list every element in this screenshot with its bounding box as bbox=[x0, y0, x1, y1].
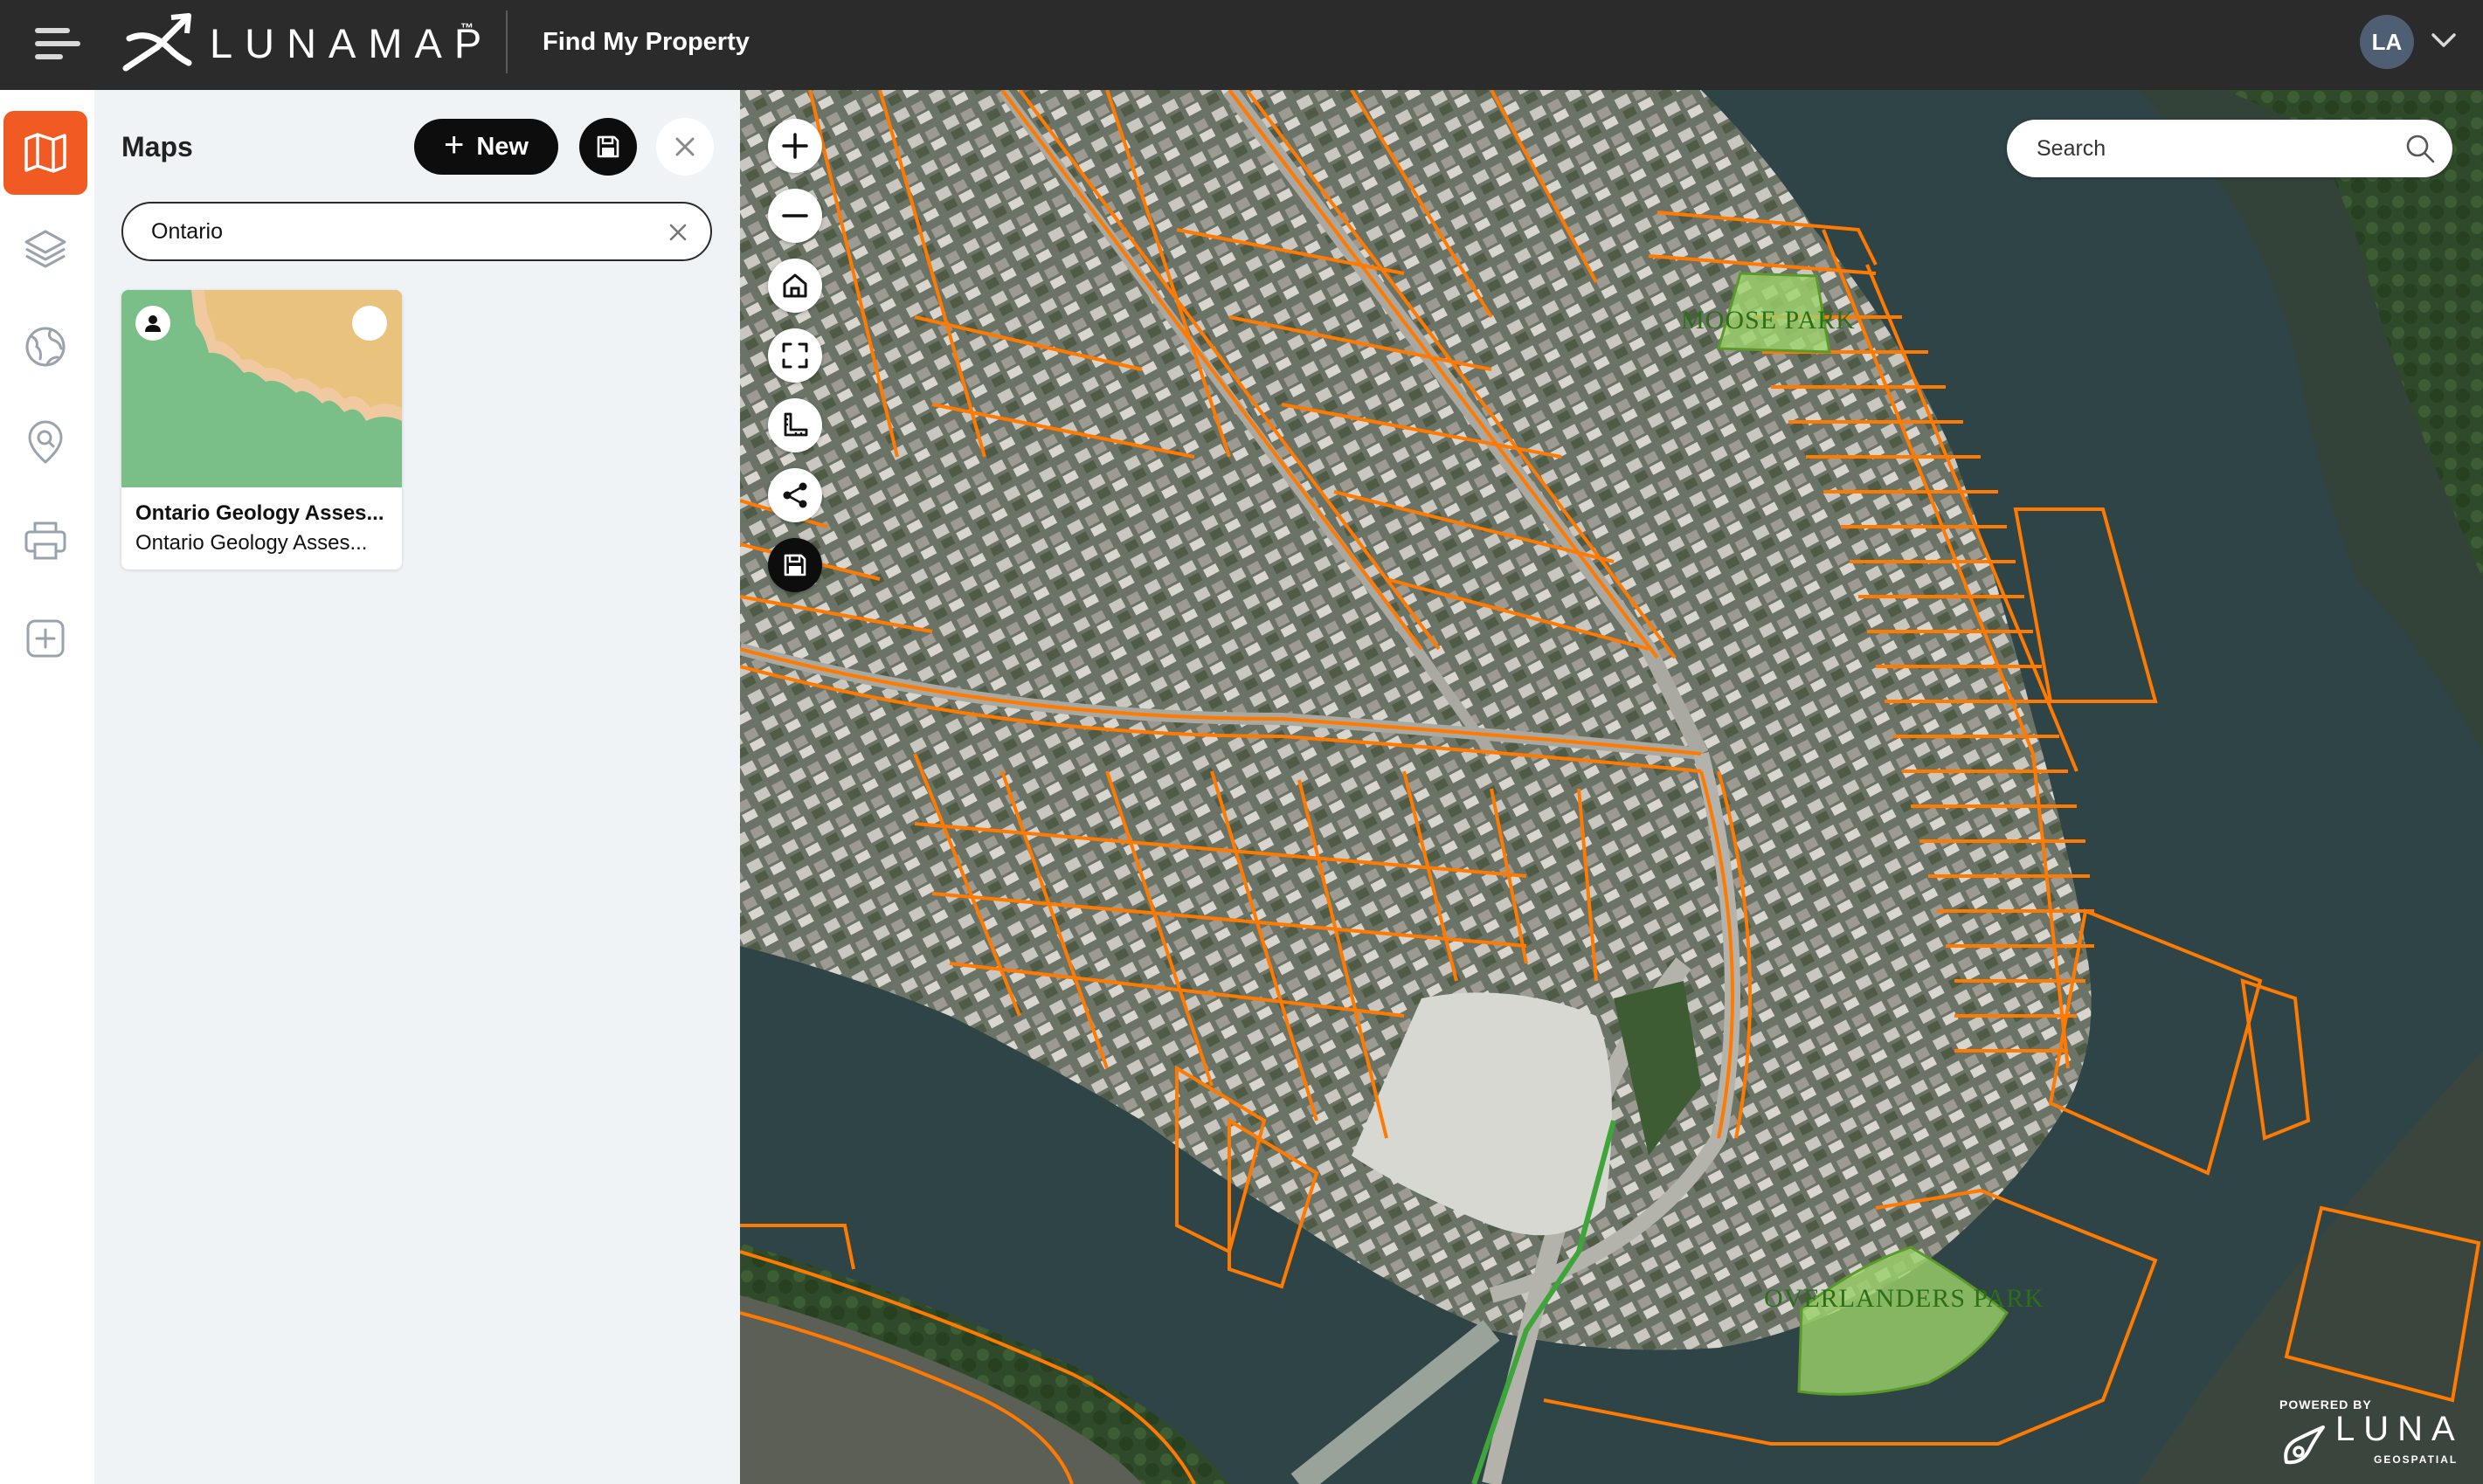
map-save-button[interactable] bbox=[768, 538, 822, 592]
user-avatar[interactable]: LA bbox=[2360, 15, 2414, 69]
lunamap-logo-icon bbox=[122, 13, 192, 72]
owner-badge bbox=[135, 306, 170, 341]
home-icon bbox=[783, 273, 807, 298]
printer-icon bbox=[24, 521, 66, 560]
add-square-icon bbox=[26, 619, 65, 658]
map-view[interactable]: MOOSE PARK OVERLANDERS PARK POWERED BY bbox=[740, 90, 2483, 1484]
rail-item-add[interactable] bbox=[3, 597, 87, 680]
home-extent-button[interactable] bbox=[768, 259, 822, 313]
plus-icon: + bbox=[444, 126, 465, 164]
powered-by-name: LUNA bbox=[2335, 1410, 2464, 1448]
logo-text: LUNAMAP bbox=[210, 20, 495, 66]
chevron-down-icon[interactable] bbox=[2430, 30, 2458, 51]
app-title: Find My Property bbox=[543, 28, 750, 56]
rail-item-maps[interactable] bbox=[3, 111, 87, 195]
zoom-out-button[interactable] bbox=[768, 189, 822, 243]
map-search bbox=[2007, 120, 2452, 177]
top-bar: LUNAMAP ™ Find My Property LA bbox=[0, 0, 2483, 90]
rail-item-print[interactable] bbox=[3, 499, 87, 583]
save-map-button[interactable] bbox=[579, 118, 637, 176]
minus-icon bbox=[782, 214, 808, 217]
save-icon bbox=[597, 135, 619, 158]
layers-icon bbox=[24, 230, 66, 268]
map-list-search bbox=[121, 202, 712, 261]
close-panel-button[interactable] bbox=[656, 118, 714, 176]
zoom-in-button[interactable] bbox=[768, 119, 822, 173]
new-map-label: New bbox=[476, 132, 529, 161]
fullscreen-icon bbox=[782, 342, 808, 369]
maps-panel: Maps + New Ontario Ontario Geology Asses… bbox=[94, 90, 740, 1484]
map-card-subtitle: Ontario Geology Asses... bbox=[135, 531, 368, 555]
rail-item-layers[interactable] bbox=[3, 207, 87, 291]
search-location-icon bbox=[28, 420, 63, 464]
globe-icon bbox=[25, 327, 66, 367]
new-map-button[interactable]: + New bbox=[414, 119, 558, 175]
card-select-toggle[interactable] bbox=[352, 306, 387, 341]
map-search-input[interactable] bbox=[2037, 134, 2386, 163]
search-icon[interactable] bbox=[2404, 133, 2436, 164]
map-list-search-input[interactable] bbox=[151, 216, 640, 247]
menu-icon[interactable] bbox=[35, 24, 80, 63]
share-icon bbox=[783, 482, 807, 508]
luna-logo-icon bbox=[2284, 1425, 2325, 1465]
share-button[interactable] bbox=[768, 468, 822, 522]
measure-button[interactable] bbox=[768, 398, 822, 452]
clear-search-icon[interactable] bbox=[665, 219, 691, 245]
powered-by-badge: POWERED BY LUNA GEOSPATIAL bbox=[2279, 1398, 2463, 1476]
panel-title: Maps bbox=[121, 131, 193, 162]
park-label-overlanders: OVERLANDERS PARK bbox=[1764, 1284, 2044, 1313]
close-icon bbox=[675, 137, 695, 156]
park-label-moose: MOOSE PARK bbox=[1681, 306, 1856, 335]
rail-item-basemaps[interactable] bbox=[3, 305, 87, 389]
powered-by-subtitle: GEOSPATIAL bbox=[2374, 1453, 2459, 1466]
logo-trademark: ™ bbox=[460, 21, 474, 36]
map-card[interactable]: Ontario Geology Asses... Ontario Geology… bbox=[121, 290, 402, 569]
icon-rail bbox=[0, 90, 94, 1484]
topbar-divider bbox=[506, 10, 508, 73]
rail-item-search[interactable] bbox=[3, 401, 87, 485]
user-icon bbox=[145, 315, 161, 332]
map-icon bbox=[24, 133, 66, 173]
aerial-basemap bbox=[740, 90, 2483, 1484]
save-icon bbox=[784, 554, 806, 576]
plus-icon bbox=[782, 133, 808, 159]
ruler-icon bbox=[784, 412, 808, 437]
map-card-title: Ontario Geology Asses... bbox=[135, 501, 384, 525]
fullscreen-button[interactable] bbox=[768, 328, 822, 383]
